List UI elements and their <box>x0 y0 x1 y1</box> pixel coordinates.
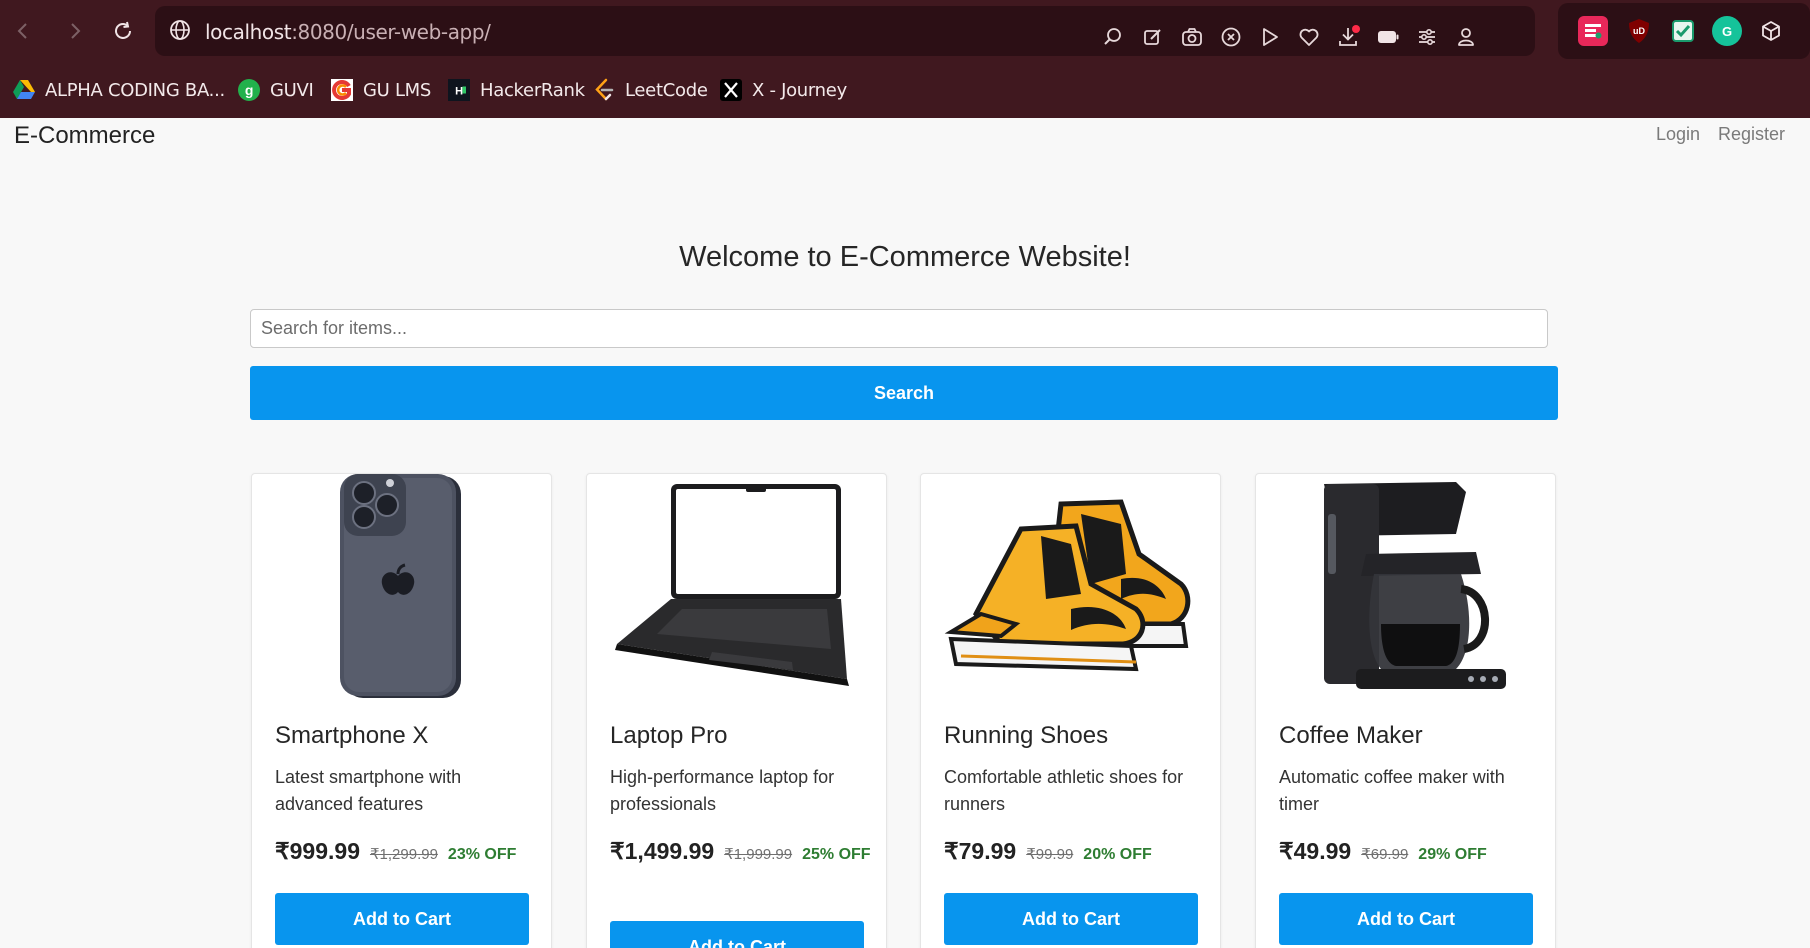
forward-arrow-icon <box>71 23 81 39</box>
price-line: ₹1,499.99 ₹1,999.99 25% OFF <box>610 837 872 869</box>
original-price: ₹1,299.99 <box>369 846 438 863</box>
product-price: ₹999.99 <box>275 838 360 864</box>
heart-icon[interactable] <box>1295 23 1323 51</box>
search-button[interactable]: Search <box>250 366 1558 420</box>
opera-gx-extension-icon[interactable] <box>1578 16 1608 46</box>
web-page: E-Commerce Login Register Welcome to E-C… <box>0 118 1810 948</box>
bookmark-label: HackerRank <box>480 79 585 101</box>
bookmarks-bar: ALPHA CODING BA... g GUVI GU LMS H Hacke… <box>0 70 1810 110</box>
gu-lms-icon <box>330 78 354 102</box>
extensions-area: uD G <box>1558 3 1810 59</box>
reload-button[interactable] <box>106 14 140 48</box>
product-price: ₹79.99 <box>944 838 1017 864</box>
register-link[interactable]: Register <box>1718 124 1785 145</box>
address-bar[interactable]: localhost:8080/user-web-app/ <box>155 6 1535 56</box>
find-icon[interactable] <box>1099 23 1127 51</box>
bookmark-label: GUVI <box>270 79 314 101</box>
laptop-image <box>587 474 886 699</box>
product-title[interactable]: Running Shoes <box>944 722 1108 750</box>
product-title[interactable]: Coffee Maker <box>1279 722 1423 750</box>
add-to-cart-button[interactable]: Add to Cart <box>610 921 864 948</box>
site-brand[interactable]: E-Commerce <box>14 122 155 150</box>
easy-setup-icon[interactable] <box>1413 23 1441 51</box>
original-price: ₹99.99 <box>1026 846 1074 863</box>
smartphone-image <box>252 474 551 699</box>
leetcode-icon <box>592 78 616 102</box>
play-icon[interactable] <box>1256 23 1284 51</box>
add-to-cart-button[interactable]: Add to Cart <box>1279 893 1533 945</box>
url-host: localhost <box>205 20 292 44</box>
svg-text:g: g <box>245 82 253 98</box>
battery-saver-icon[interactable] <box>1374 23 1402 51</box>
x-icon <box>719 78 743 102</box>
product-card-smartphone: Smartphone X Latest smartphone with adva… <box>251 473 552 948</box>
bookmark-x-journey[interactable]: X - Journey <box>719 76 847 104</box>
bookmark-leetcode[interactable]: LeetCode <box>592 76 708 104</box>
grammarly-label: G <box>1721 23 1733 39</box>
adblock-shield-icon[interactable] <box>1217 23 1245 51</box>
product-description: Automatic coffee maker with timer <box>1279 767 1505 814</box>
guvi-icon: g <box>237 78 261 102</box>
hackerrank-icon: H <box>447 78 471 102</box>
google-drive-icon <box>12 78 36 102</box>
bookmark-hackerrank[interactable]: H HackerRank <box>447 76 585 104</box>
product-title[interactable]: Smartphone X <box>275 722 428 750</box>
bookmark-label: ALPHA CODING BA... <box>45 79 225 101</box>
globe-icon <box>170 20 190 40</box>
price-line: ₹79.99 ₹99.99 20% OFF <box>944 837 1206 869</box>
reload-icon <box>115 21 131 39</box>
product-description: Comfortable athletic shoes for runners <box>944 767 1184 814</box>
search-input[interactable] <box>250 309 1548 348</box>
profile-icon[interactable] <box>1452 23 1480 51</box>
add-to-cart-button[interactable]: Add to Cart <box>275 893 529 945</box>
product-title[interactable]: Laptop Pro <box>610 722 727 750</box>
price-line: ₹999.99 ₹1,299.99 23% OFF <box>275 837 537 869</box>
bookmark-label: X - Journey <box>752 79 847 101</box>
bookmark-guvi[interactable]: g GUVI <box>237 76 314 104</box>
product-price: ₹49.99 <box>1279 838 1352 864</box>
url-text: localhost:8080/user-web-app/ <box>205 20 491 44</box>
original-price: ₹69.99 <box>1361 846 1409 863</box>
discount-badge: 25% OFF <box>802 846 871 863</box>
original-price: ₹1,999.99 <box>724 846 793 863</box>
bookmark-label: LeetCode <box>625 79 708 101</box>
bookmark-label: GU LMS <box>363 79 432 101</box>
address-row: localhost:8080/user-web-app/ uD G <box>0 0 1810 62</box>
extensions-cube-icon[interactable] <box>1756 16 1786 46</box>
svg-text:uD: uD <box>1633 26 1645 36</box>
welcome-heading: Welcome to E-Commerce Website! <box>679 241 1131 273</box>
discount-badge: 20% OFF <box>1083 846 1152 863</box>
product-description: High-performance laptop for professional… <box>610 767 835 814</box>
svg-text:H: H <box>455 86 463 98</box>
product-card-laptop: Laptop Pro High-performance laptop for p… <box>586 473 887 948</box>
product-description: Latest smartphone with advanced features <box>275 767 462 814</box>
download-icon[interactable] <box>1335 23 1363 51</box>
url-path: :8080/user-web-app/ <box>291 20 491 44</box>
shoes-image <box>921 474 1220 699</box>
discount-badge: 23% OFF <box>447 846 517 863</box>
login-link[interactable]: Login <box>1656 124 1700 145</box>
product-card-shoes: Running Shoes Comfortable athletic shoes… <box>920 473 1221 948</box>
discount-badge: 29% OFF <box>1418 846 1487 863</box>
ublock-origin-icon[interactable]: uD <box>1624 16 1654 46</box>
back-button[interactable] <box>6 14 40 48</box>
checklist-extension-icon[interactable] <box>1668 16 1698 46</box>
grammarly-icon[interactable]: G <box>1712 16 1742 46</box>
add-to-cart-button[interactable]: Add to Cart <box>944 893 1198 945</box>
back-arrow-icon <box>17 23 27 39</box>
bookmark-gu-lms[interactable]: GU LMS <box>330 76 431 104</box>
product-card-coffee-maker: Coffee Maker Automatic coffee maker with… <box>1255 473 1556 948</box>
bookmark-alpha-coding[interactable]: ALPHA CODING BA... <box>12 76 225 104</box>
browser-chrome: localhost:8080/user-web-app/ uD G ALPHA … <box>0 0 1810 118</box>
camera-icon[interactable] <box>1178 23 1206 51</box>
forward-button[interactable] <box>58 14 92 48</box>
edit-icon[interactable] <box>1139 23 1167 51</box>
price-line: ₹49.99 ₹69.99 29% OFF <box>1279 837 1541 869</box>
coffee-maker-image <box>1256 474 1555 699</box>
product-price: ₹1,499.99 <box>610 838 715 864</box>
